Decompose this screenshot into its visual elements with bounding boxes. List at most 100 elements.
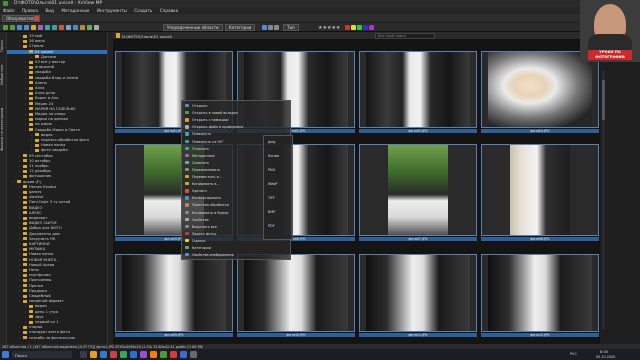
tree-item[interactable]: › портфолио xyxy=(7,273,107,278)
tree-item[interactable]: › Новый Архив xyxy=(7,263,107,268)
expand-arrow-icon[interactable]: › xyxy=(25,76,28,81)
context-menu-item[interactable]: Сравнить xyxy=(185,160,209,165)
context-menu-item[interactable]: Копировать в буфер xyxy=(185,210,229,215)
tree-item[interactable]: › НОВАЯ КНИГА xyxy=(7,258,107,263)
expand-arrow-icon[interactable]: › xyxy=(19,39,22,44)
context-menu-item[interactable]: Открыть с помощью xyxy=(185,118,228,122)
menu-help[interactable]: Справка xyxy=(157,7,181,14)
rotate-right-icon[interactable] xyxy=(52,25,57,30)
expand-arrow-icon[interactable]: › xyxy=(25,102,28,107)
rating-stars-icon[interactable]: ★★★★★ xyxy=(318,25,340,31)
opera-icon[interactable] xyxy=(110,351,117,358)
expand-arrow-icon[interactable]: › xyxy=(31,133,34,138)
quick-search-input[interactable]: Быстрый поиск xyxy=(375,33,435,39)
xnview-icon[interactable] xyxy=(160,351,167,358)
tree-item[interactable]: › КАРТИНКИ xyxy=(7,242,107,247)
context-menu-item[interactable]: Пакетная обработка xyxy=(185,203,229,207)
tree-item[interactable]: › Алла xyxy=(7,86,107,91)
thumbnail-caption[interactable]: фото07.JPG xyxy=(359,237,477,241)
expand-arrow-icon[interactable]: › xyxy=(25,310,28,315)
share-icon[interactable] xyxy=(87,25,92,30)
context-menu-item[interactable]: Свойства xyxy=(185,217,209,222)
submenu-item[interactable]: PDF xyxy=(268,224,275,228)
tree-item[interactable]: › Продажи xyxy=(7,289,107,294)
tree-item[interactable]: › видеоарт xyxy=(7,216,107,221)
tree-item[interactable]: › свадьба xyxy=(7,70,107,75)
view-mode-dropdown[interactable]: Упорядоченные области xyxy=(163,24,223,31)
label-blue-icon[interactable] xyxy=(363,25,368,30)
expand-arrow-icon[interactable]: › xyxy=(19,34,22,39)
submenu-item[interactable]: Копия xyxy=(268,154,279,158)
tree-item[interactable]: › slovfest xyxy=(7,195,107,200)
context-menu-item[interactable]: Открыть xyxy=(185,104,208,108)
tree-item[interactable]: › 27июль xyxy=(7,44,107,49)
tree-item[interactable]: › свадьба Влад и Алена xyxy=(7,76,107,81)
submenu-item[interactable]: PNG xyxy=(268,168,275,172)
tree-item[interactable]: › день 1 утро xyxy=(7,310,107,315)
tree-item[interactable]: › видео xyxy=(7,304,107,309)
expand-arrow-icon[interactable]: › xyxy=(31,148,34,153)
thumbnail-caption[interactable]: фото11.JPG xyxy=(359,333,477,337)
tree-item[interactable]: › Добро для ФОТО xyxy=(7,226,107,231)
expand-arrow-icon[interactable]: › xyxy=(19,263,22,268)
expand-arrow-icon[interactable]: › xyxy=(19,294,22,299)
tree-item[interactable]: › 09 сентябрь xyxy=(7,154,107,159)
menu-edit[interactable]: Правка xyxy=(19,7,41,14)
context-menu-item[interactable]: Конвертировать xyxy=(185,196,221,200)
thumbnail[interactable] xyxy=(481,51,599,128)
path-field[interactable]: D:\ФОТО\Ольга\01 uvicell xyxy=(122,34,172,39)
chrome-icon[interactable] xyxy=(120,351,127,358)
context-menu-item[interactable]: Переместить в... xyxy=(185,175,222,179)
submenu-item[interactable]: WebP xyxy=(268,182,277,186)
context-menu-item[interactable]: Свойства изображения xyxy=(185,253,234,257)
expand-arrow-icon[interactable]: › xyxy=(25,50,28,55)
expand-arrow-icon[interactable]: › xyxy=(25,122,28,127)
label-purple-icon[interactable] xyxy=(369,25,374,30)
tree-item[interactable]: › апицелий xyxy=(7,65,107,70)
tree-item[interactable]: › Свадьба Миша и Света xyxy=(7,128,107,133)
thumbnail-caption[interactable]: фото09.JPG xyxy=(115,333,233,337)
expand-arrow-icon[interactable]: › xyxy=(25,315,28,320)
taskbar-search[interactable]: Поиск xyxy=(12,351,72,358)
tree-item[interactable]: › games xyxy=(7,190,107,195)
expand-arrow-icon[interactable]: › xyxy=(19,273,22,278)
tree-item[interactable]: › 12 декабрь xyxy=(7,169,107,174)
expand-arrow-icon[interactable]: › xyxy=(25,112,28,117)
expand-arrow-icon[interactable]: › xyxy=(13,180,16,185)
expand-arrow-icon[interactable]: › xyxy=(25,65,28,70)
expand-arrow-icon[interactable]: › xyxy=(31,143,34,148)
tree-item[interactable]: › Новая папка xyxy=(7,252,107,257)
expand-arrow-icon[interactable]: › xyxy=(25,304,28,309)
expand-arrow-icon[interactable]: › xyxy=(25,81,28,86)
task-view-icon[interactable] xyxy=(80,351,87,358)
grid-icon[interactable] xyxy=(274,25,279,30)
close-tab-icon[interactable] xyxy=(34,16,39,21)
menu-create[interactable]: Создать xyxy=(131,7,155,14)
sort-icon[interactable] xyxy=(262,25,267,30)
tree-item[interactable]: › Свадебный xyxy=(7,294,107,299)
tree-item[interactable]: › на озере xyxy=(7,122,107,127)
expand-arrow-icon[interactable]: › xyxy=(19,190,22,195)
expand-arrow-icon[interactable]: › xyxy=(19,232,22,237)
menu-view[interactable]: Вид xyxy=(42,7,57,14)
tree-item[interactable]: › МУЗЫКА xyxy=(7,247,107,252)
label-green-icon[interactable] xyxy=(357,25,362,30)
thumbnail-caption[interactable]: фото03.JPG xyxy=(359,129,477,133)
slideshow-icon[interactable] xyxy=(38,25,43,30)
category-filter-dropdown[interactable]: Категории xyxy=(225,24,256,31)
expand-arrow-icon[interactable]: › xyxy=(19,336,22,341)
expand-arrow-icon[interactable]: › xyxy=(31,138,34,143)
tree-item[interactable]: › 10 октябрь xyxy=(7,159,107,164)
tree-item[interactable]: › Алена xyxy=(7,81,107,86)
expand-arrow-icon[interactable]: › xyxy=(25,117,28,122)
clock-date[interactable]: 05.10.2020 xyxy=(596,355,615,359)
clock-time[interactable]: 8:40 xyxy=(600,350,608,354)
rotate-left-icon[interactable] xyxy=(45,25,50,30)
context-menu-item[interactable]: Удалить xyxy=(185,189,207,193)
expand-arrow-icon[interactable]: › xyxy=(25,91,28,96)
media-icon[interactable] xyxy=(170,351,177,358)
label-yellow-icon[interactable] xyxy=(351,25,356,30)
expand-arrow-icon[interactable]: › xyxy=(19,289,22,294)
context-menu-item[interactable]: Переименовать xyxy=(185,167,220,172)
tree-item[interactable]: › 01 uvicell xyxy=(7,49,107,55)
